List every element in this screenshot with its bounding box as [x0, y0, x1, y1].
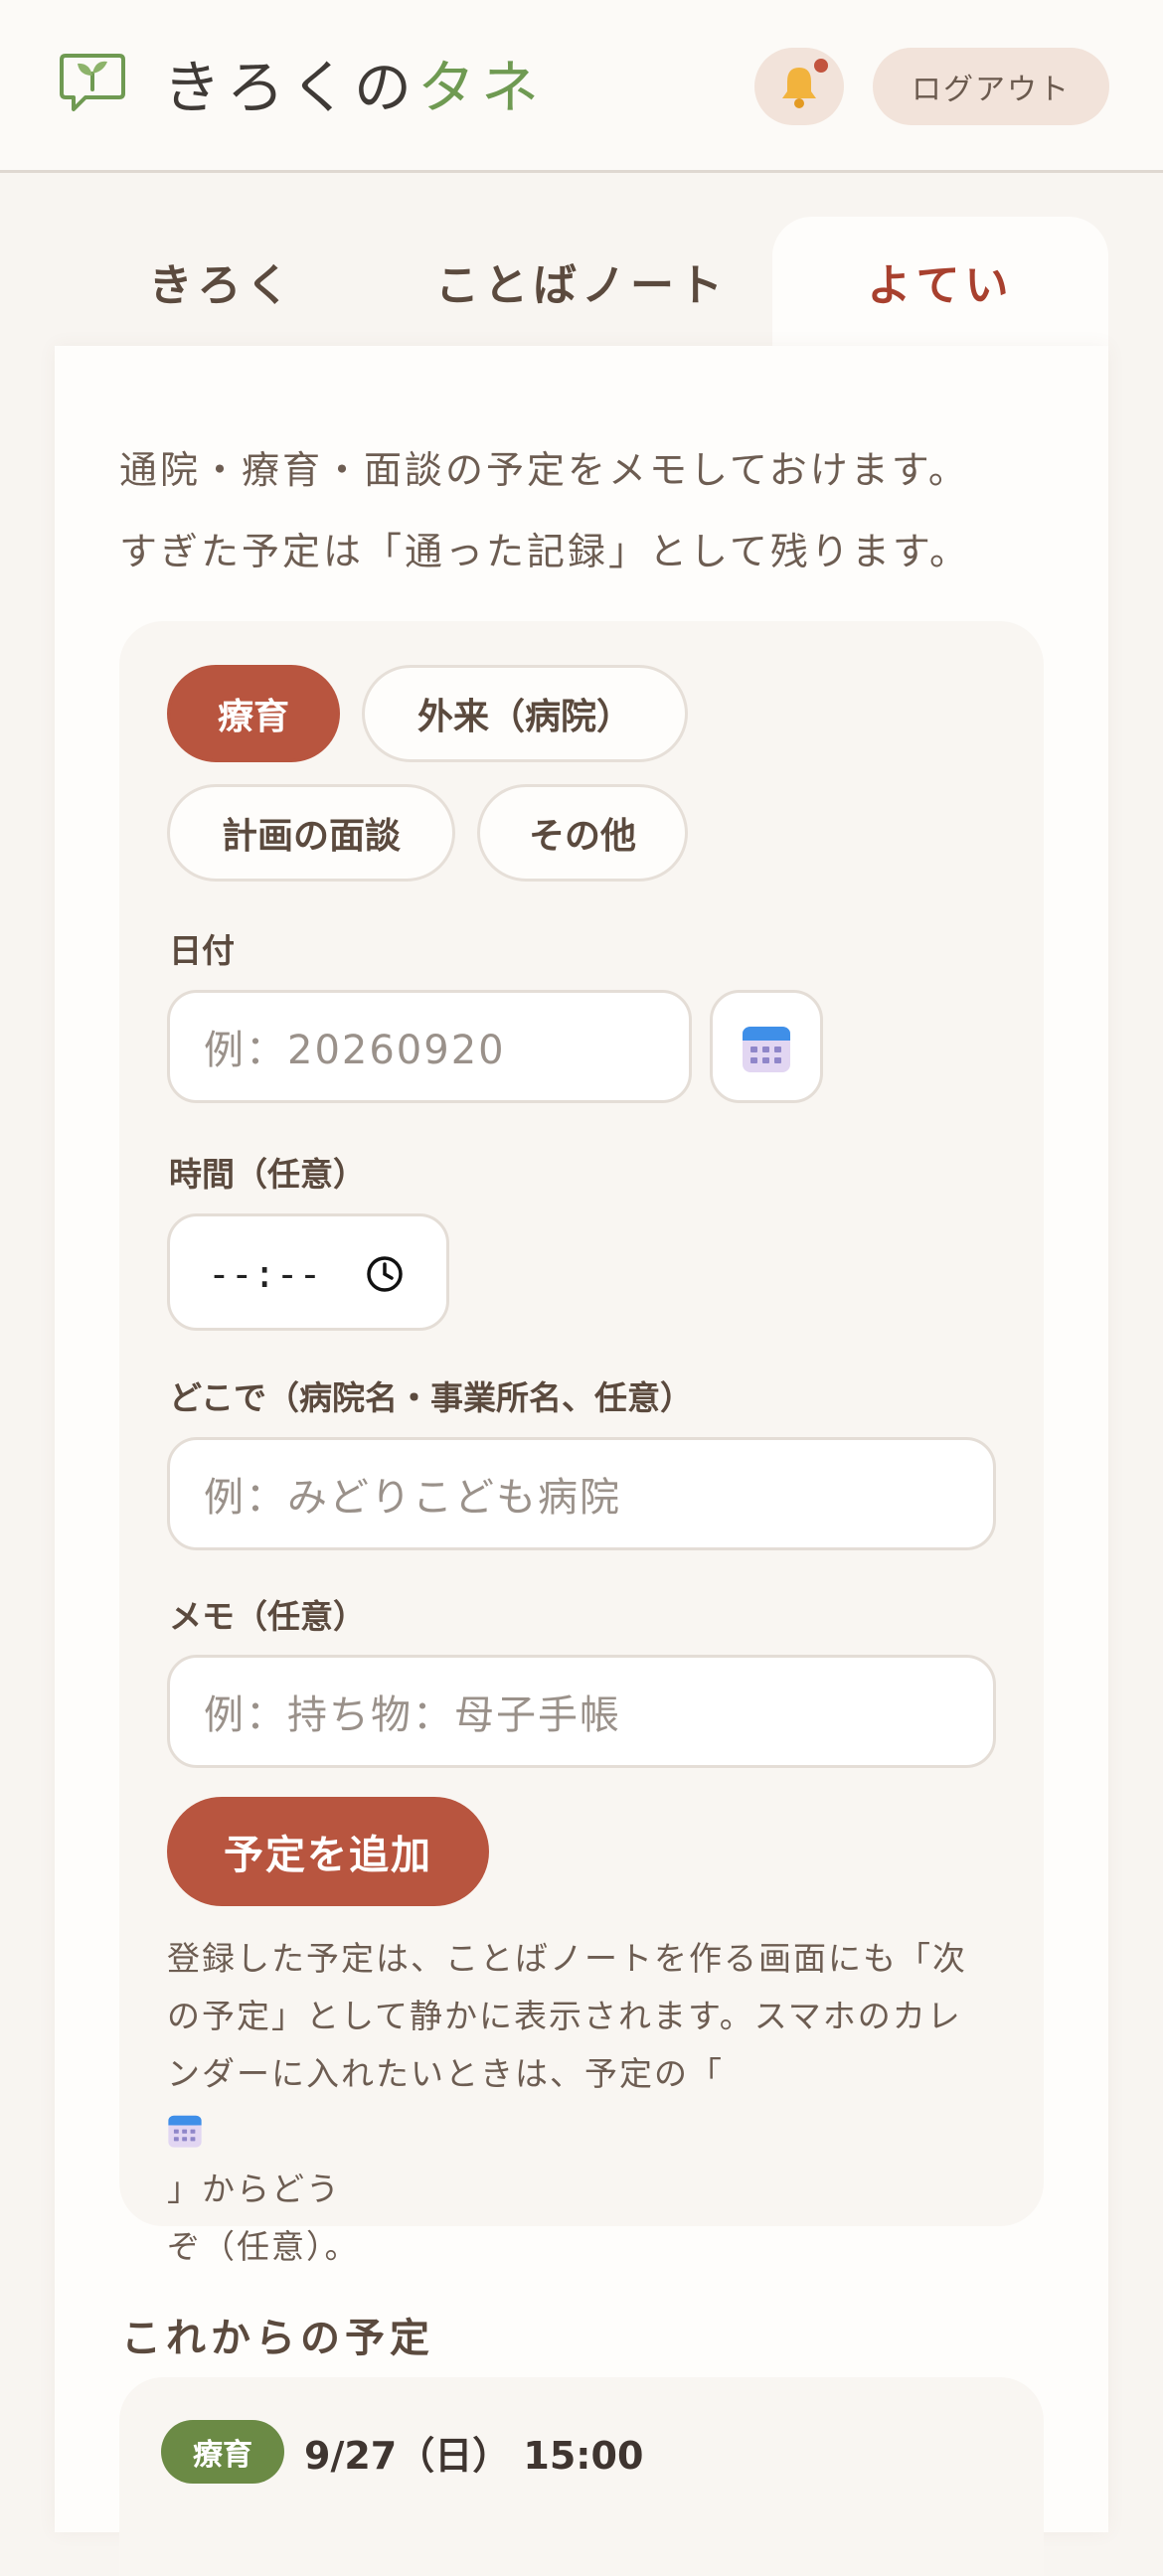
time-value: --:-- — [208, 1252, 322, 1296]
calendar-icon — [743, 1027, 790, 1072]
memo-input[interactable]: 例：持ち物：母子手帳 — [167, 1655, 996, 1768]
app-title: きろくのタネ — [163, 54, 546, 121]
place-label: どこで（病院名・事業所名、任意） — [169, 1378, 694, 1417]
event-datetime[interactable]: 9/27（日） 15:00 — [304, 2425, 643, 2480]
date-input[interactable]: 例：20260920 — [167, 990, 692, 1103]
tab-kiroku[interactable]: きろく — [87, 217, 356, 346]
category-chip-plan-meeting[interactable]: 計画の面談 — [167, 784, 455, 882]
notification-dot — [811, 56, 831, 76]
tab-kotoba-note[interactable]: ことばノート — [417, 217, 746, 346]
logout-button[interactable]: ログアウト — [873, 48, 1109, 125]
notifications-button[interactable] — [754, 48, 844, 125]
clock-icon[interactable] — [365, 1254, 405, 1294]
app-header: きろくのタネ ログアウト — [0, 0, 1163, 173]
category-chip-ryoiku[interactable]: 療育 — [167, 665, 340, 762]
intro-text: 通院・療育・面談の予定をメモしておけます。 すぎた予定は「通った記録」として残り… — [119, 448, 971, 573]
category-chip-other[interactable]: その他 — [477, 784, 688, 882]
category-chip-outpatient[interactable]: 外来（病院） — [362, 665, 688, 762]
event-category-badge: 療育 — [161, 2420, 284, 2484]
sprout-speech-icon — [60, 54, 125, 111]
time-input[interactable]: --:-- — [167, 1213, 449, 1331]
add-schedule-button[interactable]: 予定を追加 — [167, 1797, 489, 1906]
tab-yotei[interactable]: よてい — [772, 217, 1108, 346]
place-input[interactable]: 例：みどりこども病院 — [167, 1437, 996, 1550]
calendar-icon — [168, 2115, 202, 2148]
memo-label: メモ（任意） — [169, 1597, 366, 1636]
help-note: 登録した予定は、ことばノートを作る画面にも「次 の予定」として静かに表示されます… — [167, 1939, 967, 2266]
date-label: 日付 — [169, 931, 235, 970]
time-label: 時間（任意） — [169, 1155, 366, 1194]
date-picker-button[interactable] — [710, 990, 823, 1103]
upcoming-section-title: これからの予定 — [121, 2316, 434, 2361]
